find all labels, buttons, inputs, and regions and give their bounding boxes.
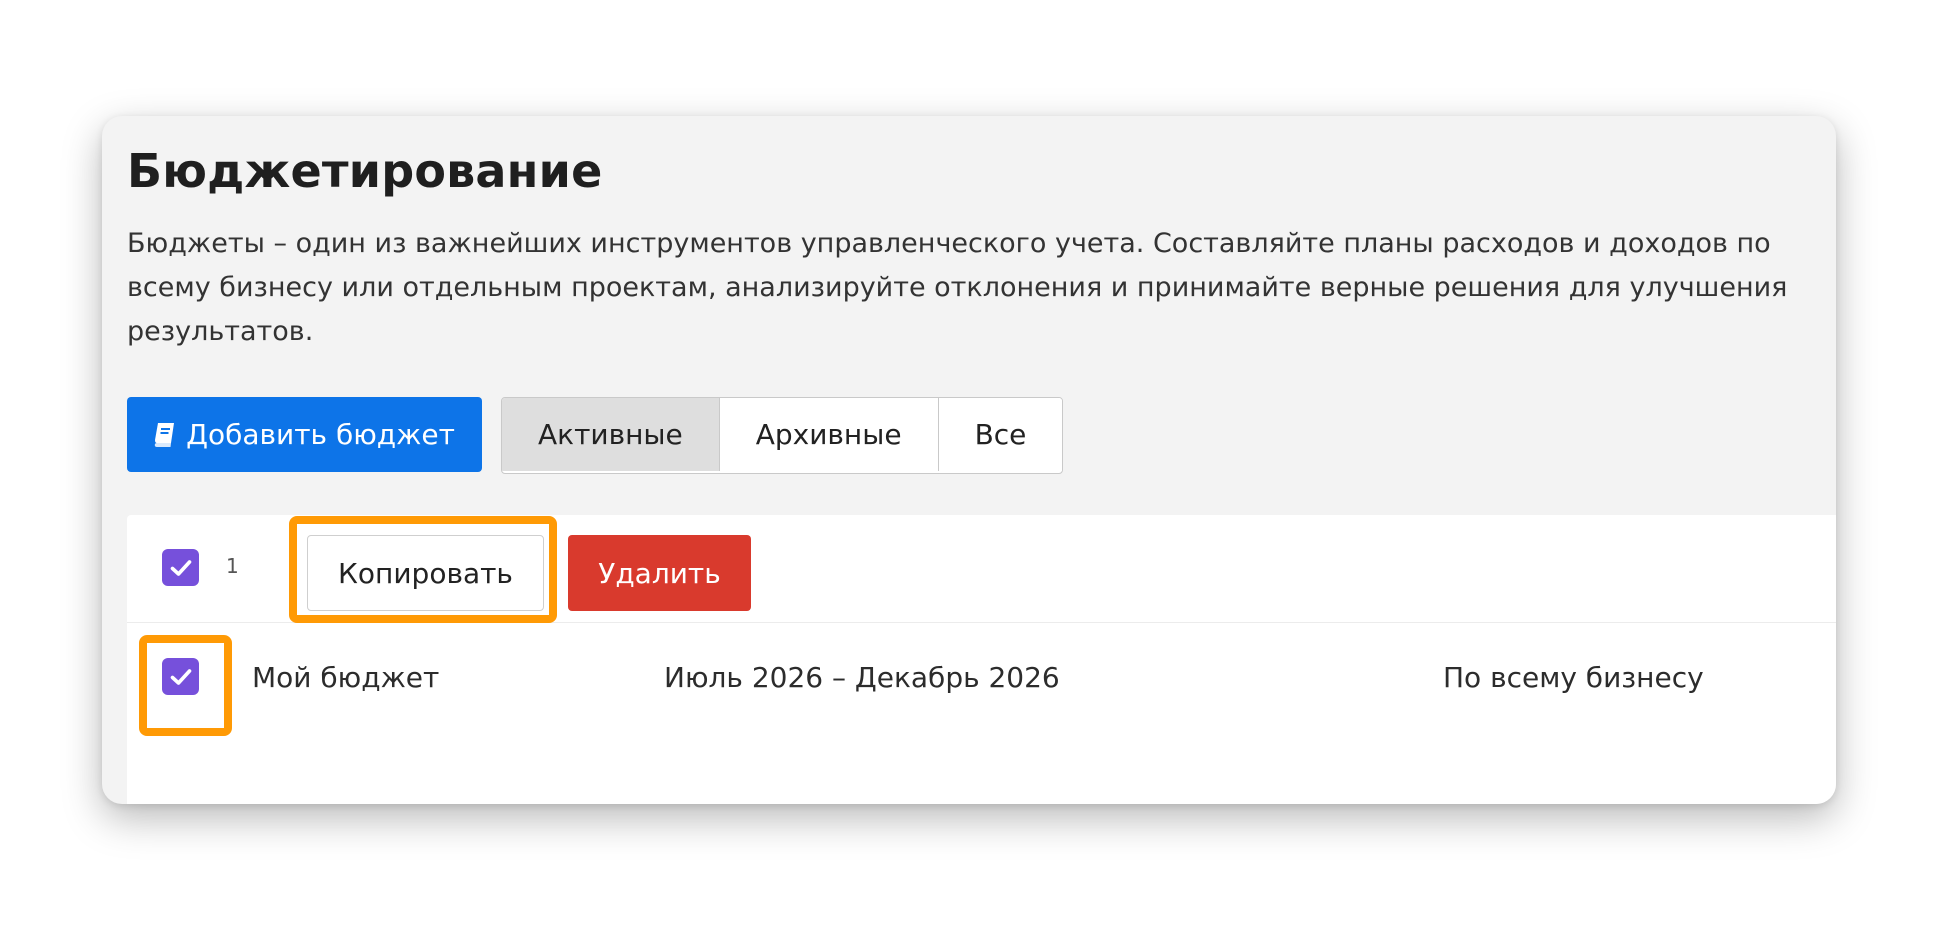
add-budget-button[interactable]: Добавить бюджет [127,397,482,472]
bulk-actions-toolbar: 1 Копировать Удалить [127,515,1836,623]
budgeting-panel: Бюджетирование Бюджеты – один из важнейш… [102,116,1836,804]
budget-name[interactable]: Мой бюджет [252,661,439,694]
select-all-checkbox[interactable] [162,549,199,586]
check-icon [170,668,191,685]
budget-filter-tabs: Активные Архивные Все [501,397,1064,474]
book-icon [154,422,176,448]
selected-count: 1 [226,554,239,578]
filter-all-tab[interactable]: Все [938,398,1063,471]
page-description: Бюджеты – один из важнейших инструментов… [127,228,1788,347]
page-title: Бюджетирование [127,144,603,198]
budget-period: Июль 2026 – Декабрь 2026 [664,661,1060,694]
table-row[interactable]: Мой бюджет Июль 2026 – Декабрь 2026 По в… [127,623,1836,733]
filter-archived-tab[interactable]: Архивные [719,398,939,471]
add-budget-label: Добавить бюджет [186,418,455,451]
copy-button[interactable]: Копировать [307,535,544,611]
budget-scope: По всему бизнесу [1443,661,1704,694]
check-icon [170,559,191,576]
filter-active-tab[interactable]: Активные [502,398,720,471]
budget-table: 1 Копировать Удалить Мой бюджет Июль 202… [127,515,1836,804]
delete-button[interactable]: Удалить [568,535,751,611]
row-checkbox[interactable] [162,658,199,695]
